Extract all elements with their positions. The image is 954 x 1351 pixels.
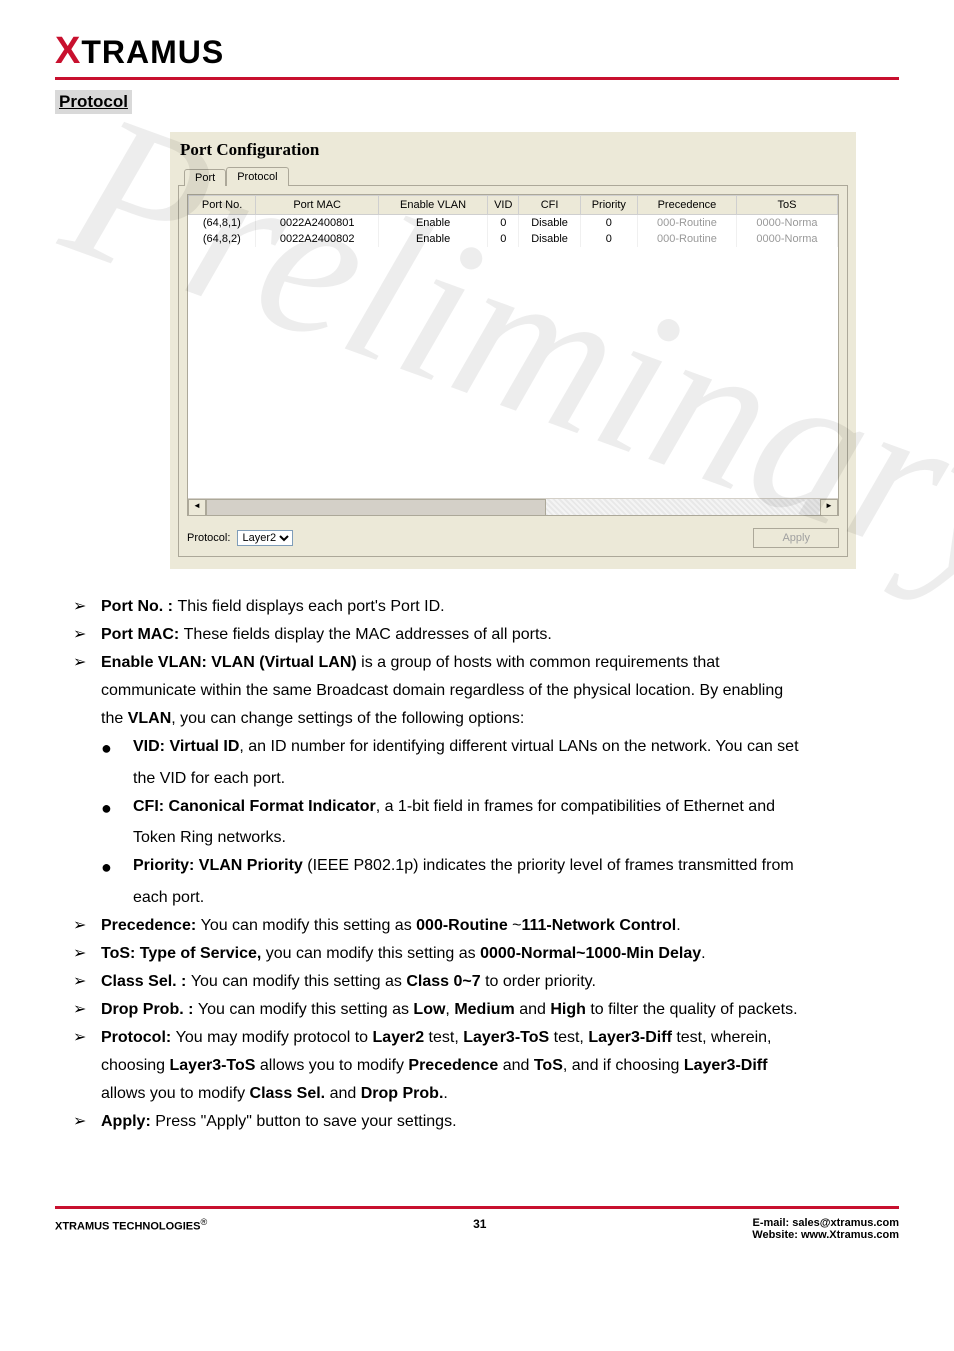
- cell-enable-vlan: Enable: [379, 215, 488, 232]
- footer-left: XTRAMUS TECHNOLOGIES®: [55, 1217, 207, 1241]
- cell-port-no: (64,8,2): [189, 231, 256, 247]
- bullet-icon: ➢: [73, 1024, 101, 1052]
- dialog-bottom-row: Protocol: Layer2 Apply: [187, 528, 839, 548]
- col-vid[interactable]: VID: [488, 196, 519, 215]
- bullet-dot-icon: ●: [101, 733, 133, 765]
- brand-rest: TRAMUS: [81, 34, 224, 70]
- col-port-mac[interactable]: Port MAC: [256, 196, 379, 215]
- footer-divider: [55, 1206, 899, 1209]
- description-list: ➢Port No. : This field displays each por…: [73, 593, 899, 1136]
- desc-precedence: Precedence: You can modify this setting …: [101, 912, 681, 940]
- col-enable-vlan[interactable]: Enable VLAN: [379, 196, 488, 215]
- cell-port-mac: 0022A2400802: [256, 231, 379, 247]
- desc-vid-cont: the VID for each port.: [133, 765, 899, 793]
- section-title: Protocol: [55, 90, 132, 114]
- cell-priority: 0: [580, 231, 637, 247]
- website-link[interactable]: www.Xtramus.com: [801, 1229, 899, 1241]
- cell-enable-vlan: Enable: [379, 231, 488, 247]
- table-row[interactable]: (64,8,1) 0022A2400801 Enable 0 Disable 0…: [189, 215, 838, 232]
- cell-port-no: (64,8,1): [189, 215, 256, 232]
- cell-priority: 0: [580, 215, 637, 232]
- desc-protocol-cont2: allows you to modify Class Sel. and Drop…: [101, 1080, 899, 1108]
- desc-enable-vlan-cont: communicate within the same Broadcast do…: [101, 677, 899, 705]
- page-number: 31: [473, 1217, 486, 1241]
- scroll-right-icon[interactable]: ►: [820, 499, 838, 516]
- desc-enable-vlan-cont2: the VLAN, you can change settings of the…: [101, 705, 899, 733]
- desc-enable-vlan: Enable VLAN: VLAN (Virtual LAN) is a gro…: [101, 649, 720, 677]
- desc-cfi-cont: Token Ring networks.: [133, 824, 899, 852]
- cell-tos: 0000-Norma: [736, 215, 837, 232]
- page-footer: XTRAMUS TECHNOLOGIES® 31 E-mail: sales@x…: [55, 1217, 899, 1241]
- col-tos[interactable]: ToS: [736, 196, 837, 215]
- brand-logo: XTRAMUS: [55, 30, 899, 73]
- col-cfi[interactable]: CFI: [519, 196, 580, 215]
- bullet-dot-icon: ●: [101, 793, 133, 825]
- bullet-icon: ➢: [73, 1108, 101, 1136]
- tab-protocol[interactable]: Protocol: [226, 167, 288, 186]
- bullet-dot-icon: ●: [101, 852, 133, 884]
- desc-class-sel: Class Sel. : You can modify this setting…: [101, 968, 596, 996]
- desc-cfi: CFI: Canonical Format Indicator, a 1-bit…: [133, 793, 775, 825]
- dialog-title: Port Configuration: [180, 140, 848, 160]
- horizontal-scrollbar[interactable]: ◄ ►: [188, 498, 838, 515]
- cell-port-mac: 0022A2400801: [256, 215, 379, 232]
- protocol-select[interactable]: Layer2: [237, 530, 293, 546]
- cell-vid: 0: [488, 231, 519, 247]
- bullet-icon: ➢: [73, 593, 101, 621]
- bullet-icon: ➢: [73, 940, 101, 968]
- port-config-dialog: Port Configuration Port Protocol Port No…: [170, 132, 856, 569]
- desc-protocol: Protocol: You may modify protocol to Lay…: [101, 1024, 772, 1052]
- desc-port-no: Port No. : This field displays each port…: [101, 593, 445, 621]
- desc-port-mac: Port MAC: These fields display the MAC a…: [101, 621, 552, 649]
- cell-tos: 0000-Norma: [736, 231, 837, 247]
- scroll-left-icon[interactable]: ◄: [188, 499, 206, 516]
- table-row[interactable]: (64,8,2) 0022A2400802 Enable 0 Disable 0…: [189, 231, 838, 247]
- cell-cfi: Disable: [519, 231, 580, 247]
- cell-vid: 0: [488, 215, 519, 232]
- protocol-label: Protocol:: [187, 532, 230, 544]
- tab-panel: Port No. Port MAC Enable VLAN VID CFI Pr…: [178, 185, 848, 557]
- bullet-icon: ➢: [73, 996, 101, 1024]
- footer-right: E-mail: sales@xtramus.com Website: www.X…: [752, 1217, 899, 1241]
- header-divider: [55, 77, 899, 80]
- desc-protocol-cont1: choosing Layer3-ToS allows you to modify…: [101, 1052, 899, 1080]
- bullet-icon: ➢: [73, 621, 101, 649]
- cell-cfi: Disable: [519, 215, 580, 232]
- brand-x: X: [55, 30, 81, 72]
- email-link[interactable]: sales@xtramus.com: [792, 1217, 899, 1229]
- grid-wrap: Port No. Port MAC Enable VLAN VID CFI Pr…: [187, 194, 839, 516]
- desc-tos: ToS: Type of Service, you can modify thi…: [101, 940, 706, 968]
- desc-drop-prob: Drop Prob. : You can modify this setting…: [101, 996, 798, 1024]
- bullet-icon: ➢: [73, 912, 101, 940]
- col-port-no[interactable]: Port No.: [189, 196, 256, 215]
- cell-precedence: 000-Routine: [637, 231, 736, 247]
- scroll-thumb[interactable]: [206, 499, 546, 516]
- desc-priority-cont: each port.: [133, 884, 899, 912]
- desc-vid: VID: Virtual ID, an ID number for identi…: [133, 733, 799, 765]
- col-precedence[interactable]: Precedence: [637, 196, 736, 215]
- bullet-icon: ➢: [73, 649, 101, 677]
- tab-row: Port Protocol: [184, 166, 848, 185]
- scroll-track[interactable]: [206, 499, 820, 515]
- apply-button[interactable]: Apply: [753, 528, 839, 548]
- desc-apply: Apply: Press "Apply" button to save your…: [101, 1108, 457, 1136]
- tab-port[interactable]: Port: [184, 169, 226, 186]
- bullet-icon: ➢: [73, 968, 101, 996]
- desc-priority: Priority: VLAN Priority (IEEE P802.1p) i…: [133, 852, 794, 884]
- cell-precedence: 000-Routine: [637, 215, 736, 232]
- col-priority[interactable]: Priority: [580, 196, 637, 215]
- port-grid: Port No. Port MAC Enable VLAN VID CFI Pr…: [188, 195, 838, 247]
